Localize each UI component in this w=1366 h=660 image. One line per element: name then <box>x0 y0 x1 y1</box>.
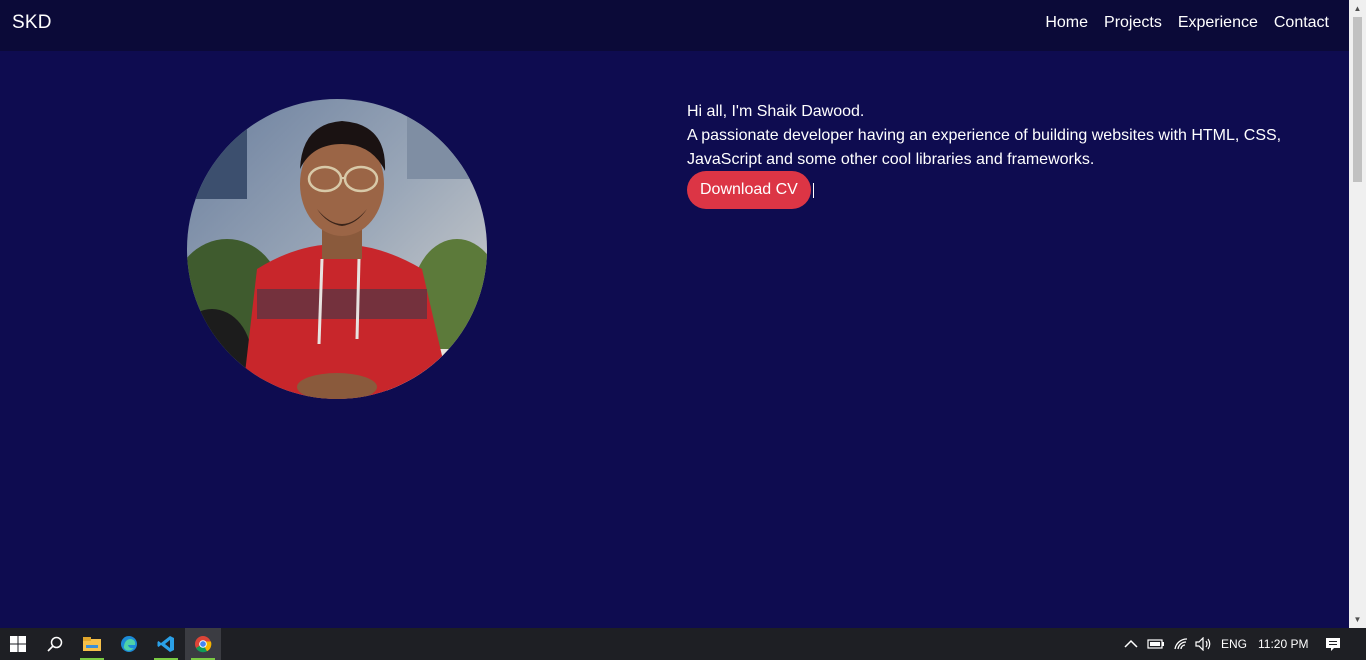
scroll-down-icon[interactable]: ▼ <box>1349 611 1366 628</box>
text-cursor <box>812 182 814 198</box>
nav-links: Home Projects Experience Contact <box>1045 14 1329 32</box>
nav-link-projects[interactable]: Projects <box>1104 14 1162 32</box>
clock[interactable]: 11:20 PM <box>1258 628 1308 660</box>
search-icon[interactable] <box>37 628 73 660</box>
scrollbar-thumb[interactable] <box>1353 17 1362 182</box>
windows-start-icon[interactable] <box>0 628 36 660</box>
wifi-icon[interactable] <box>1173 628 1189 660</box>
nav-link-experience[interactable]: Experience <box>1178 14 1258 32</box>
nav-link-contact[interactable]: Contact <box>1274 14 1329 32</box>
download-cv-button[interactable]: Download CV <box>687 171 811 209</box>
navbar: SKD Home Projects Experience Contact <box>0 0 1349 51</box>
language-indicator[interactable]: ENG <box>1221 628 1247 660</box>
brand-logo[interactable]: SKD <box>12 12 52 34</box>
volume-icon[interactable] <box>1195 628 1213 660</box>
clock-time: 11:20 PM <box>1258 637 1309 651</box>
description-text: A passionate developer having an experie… <box>687 127 1282 168</box>
vscode-icon[interactable] <box>148 628 184 660</box>
nav-link-home[interactable]: Home <box>1045 14 1088 32</box>
file-explorer-icon[interactable] <box>74 628 110 660</box>
notifications-icon[interactable] <box>1325 628 1341 660</box>
language-text: ENG <box>1221 637 1248 651</box>
show-hidden-icons[interactable] <box>1124 628 1138 660</box>
vertical-scrollbar[interactable]: ▲ ▼ <box>1349 0 1366 628</box>
scroll-up-icon[interactable]: ▲ <box>1349 0 1366 17</box>
intro-text: Hi all, I'm Shaik Dawood. A passionate d… <box>687 100 1287 172</box>
cta-row: Download CV <box>687 171 814 209</box>
battery-icon[interactable] <box>1147 628 1165 660</box>
page-viewport: SKD Home Projects Experience Contact Hi … <box>0 0 1349 628</box>
greeting-text: Hi all, I'm Shaik Dawood. <box>687 103 865 120</box>
taskbar: ENG 11:20 PM <box>0 628 1366 660</box>
edge-icon[interactable] <box>111 628 147 660</box>
chrome-icon[interactable] <box>185 628 221 660</box>
profile-photo <box>187 99 487 399</box>
